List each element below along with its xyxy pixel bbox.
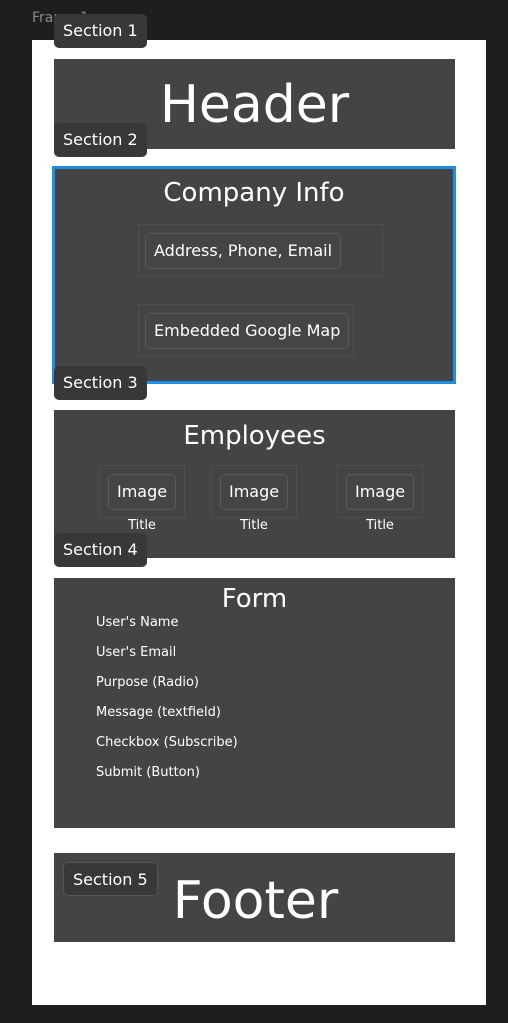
section-1-tag[interactable]: Section 1	[54, 14, 147, 48]
form-field-submit[interactable]: Submit (Button)	[96, 764, 238, 794]
section-4-tag[interactable]: Section 4	[54, 533, 147, 567]
employee-image-placeholder[interactable]: Image	[108, 474, 177, 510]
google-map-chip[interactable]: Embedded Google Map	[145, 313, 350, 349]
form-section[interactable]: Form User's Name User's Email Purpose (R…	[54, 578, 455, 828]
employee-title: Title	[128, 518, 156, 533]
section-3-tag[interactable]: Section 3	[54, 366, 147, 400]
employee-title: Title	[240, 518, 268, 533]
employees-title: Employees	[183, 421, 326, 451]
contact-details-chip[interactable]: Address, Phone, Email	[145, 233, 342, 269]
form-field-purpose[interactable]: Purpose (Radio)	[96, 674, 238, 704]
company-info-title: Company Info	[163, 178, 345, 208]
section-5-tag[interactable]: Section 5	[63, 862, 158, 896]
employee-title: Title	[366, 518, 394, 533]
form-field-list: User's Name User's Email Purpose (Radio)…	[96, 614, 238, 794]
form-title: Form	[221, 584, 288, 614]
form-field-email[interactable]: User's Email	[96, 644, 238, 674]
employee-image-placeholder[interactable]: Image	[220, 474, 289, 510]
company-info-section[interactable]: Company Info Address, Phone, Email Embed…	[52, 166, 456, 384]
employee-image-placeholder[interactable]: Image	[346, 474, 415, 510]
form-field-subscribe[interactable]: Checkbox (Subscribe)	[96, 734, 238, 764]
section-2-tag[interactable]: Section 2	[54, 123, 147, 157]
form-field-message[interactable]: Message (textfield)	[96, 704, 238, 734]
form-field-name[interactable]: User's Name	[96, 614, 238, 644]
